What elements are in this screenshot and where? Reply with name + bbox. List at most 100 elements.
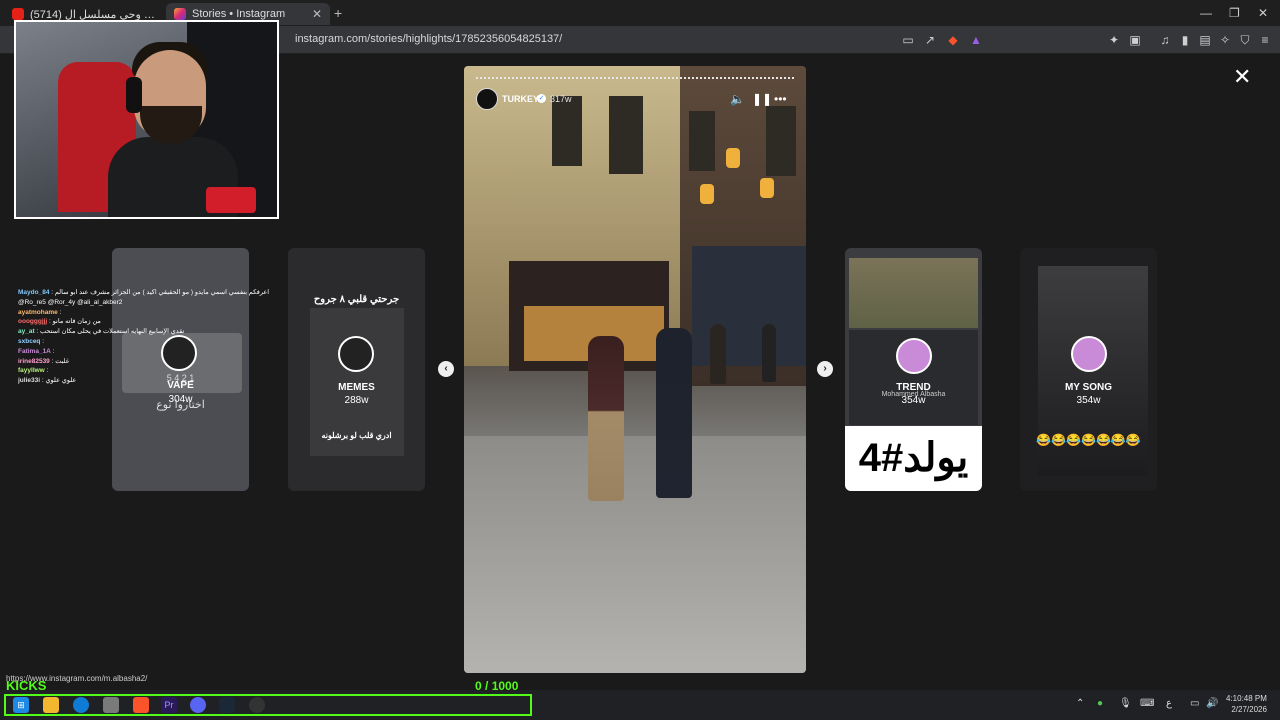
obs-icon[interactable] — [249, 697, 265, 713]
highlight-avatar — [338, 336, 374, 372]
url-field[interactable]: instagram.com/stories/highlights/1785235… — [295, 33, 562, 45]
headphones-icon — [126, 77, 142, 113]
close-window-icon[interactable]: ✕ — [1258, 6, 1268, 20]
tray-app-icon[interactable]: ● — [1097, 698, 1103, 709]
highlight-avatar — [1071, 336, 1107, 372]
chat-text: من زمان فاته مانو — [52, 318, 101, 326]
highlight-my-song[interactable]: MY SONG 354w 😂😂😂😂😂😂😂 — [1020, 248, 1157, 491]
story-window — [689, 111, 715, 171]
story-person-left — [588, 336, 624, 501]
extensions-icon[interactable]: ✦ — [1107, 33, 1121, 47]
chat-username: ayatmohame — [18, 308, 58, 316]
youtube-icon — [12, 8, 24, 20]
microphone-tray-icon[interactable]: 🎙 — [1119, 698, 1132, 709]
clock[interactable]: 4:10:48 PM 2/27/2026 — [1226, 693, 1267, 715]
street-lamp — [726, 148, 740, 168]
story-window — [552, 96, 582, 166]
webcam-feed — [14, 20, 279, 219]
highlight-age: 288w — [344, 395, 369, 406]
trend-game-image — [849, 258, 978, 328]
discord-icon[interactable] — [190, 697, 206, 713]
volume-icon[interactable]: 🔊 — [1206, 698, 1218, 709]
chat-text: علوي علوي — [45, 377, 77, 385]
previous-story-button[interactable]: ‹ — [438, 361, 454, 377]
cast-icon[interactable]: ▭ — [901, 33, 915, 47]
media-icon[interactable]: ♫ — [1158, 33, 1172, 47]
chat-message: Fatima_1A : — [18, 347, 55, 355]
highlight-trend[interactable]: TREND Mohammed Albasha 354w يولد#4 — [845, 248, 982, 491]
pause-icon[interactable]: ❚❚ — [752, 92, 772, 106]
brave-shield-icon[interactable]: ◆ — [946, 33, 960, 47]
edge-icon[interactable] — [73, 697, 89, 713]
verified-icon: ✓ — [537, 94, 546, 103]
story-account-name[interactable]: TURKEY — [502, 94, 539, 104]
menu-icon[interactable]: ≡ — [1258, 33, 1272, 47]
highlight-big-text: يولد#4 — [845, 426, 982, 491]
mute-icon[interactable]: 🔈 — [730, 92, 745, 106]
sidebar-icon[interactable]: ▮ — [1178, 33, 1192, 47]
chat-username: julie33i — [18, 377, 41, 385]
clock-time: 4:10:48 PM — [1226, 694, 1267, 703]
highlight-title: MY SONG — [1064, 382, 1113, 393]
steam-icon[interactable] — [219, 697, 235, 713]
tab-title: (5714) جولة في شوارع وحي مسلسل ال — [30, 8, 156, 21]
stream-chat: Maydo_84 : اعرفكم بنفسي اسمي مايدو ( مو … — [18, 288, 270, 386]
highlight-avatar — [896, 338, 932, 374]
keyboard-icon[interactable]: ⌨ — [1140, 698, 1154, 709]
store-icon[interactable] — [103, 697, 119, 713]
brave-icon[interactable] — [133, 697, 149, 713]
chat-text: غلبت — [55, 357, 70, 365]
network-icon[interactable]: ▭ — [1190, 698, 1199, 709]
chat-username: sxbceq — [18, 337, 41, 345]
highlight-memes[interactable]: جرحتي قلبي ٨ جروح MEMES 288w ادري قلب لو… — [288, 248, 425, 491]
chat-username: ay_at — [18, 328, 35, 336]
street-lamp — [700, 184, 714, 204]
minimize-icon[interactable]: — — [1200, 6, 1212, 20]
premiere-icon[interactable]: Pr — [161, 697, 177, 713]
story-window — [766, 106, 796, 176]
screen: (5714) جولة في شوارع وحي مسلسل ال Storie… — [0, 0, 1280, 720]
language-indicator[interactable]: ع — [1166, 698, 1172, 709]
next-story-button[interactable]: › — [817, 361, 833, 377]
highlight-caption: اختاروا نوع — [156, 399, 205, 411]
story-avatar[interactable] — [476, 88, 498, 110]
story-viewer[interactable]: TURKEY ✓ 317w 🔈 ❚❚ ••• — [464, 66, 806, 673]
share-icon[interactable]: ↗ — [923, 33, 937, 47]
highlight-age: 354w — [901, 395, 926, 406]
microphone-icon — [206, 187, 256, 213]
chat-username: ooogggjjj — [18, 318, 48, 326]
leo-icon[interactable]: ✧ — [1218, 33, 1232, 47]
close-viewer-icon[interactable]: ✕ — [1233, 64, 1251, 90]
chat-username: Fatima_1A — [18, 347, 51, 355]
tray-overflow-icon[interactable]: ⌃ — [1076, 698, 1084, 709]
windows-start-icon[interactable]: ⊞ — [13, 697, 29, 713]
chat-message: ayatmohame : — [18, 308, 62, 316]
chat-username: Maydo_84 — [18, 289, 50, 296]
story-age: 317w — [550, 94, 572, 104]
vpn-icon[interactable]: ⛉ — [1238, 33, 1252, 47]
chat-message: Maydo_84 : اعرفكم بنفسي اسمي مايدو ( مو … — [18, 289, 270, 296]
story-pedestrian — [710, 324, 726, 384]
wallet-icon[interactable]: ▤ — [1198, 33, 1212, 47]
close-tab-icon[interactable]: ✕ — [312, 7, 322, 21]
file-explorer-icon[interactable] — [43, 697, 59, 713]
restore-icon[interactable]: ❐ — [1229, 6, 1240, 20]
chat-text: اعرفكم بنفسي اسمي مايدو ( مو الحقيقي اكي… — [54, 289, 270, 296]
more-options-icon[interactable]: ••• — [774, 92, 787, 106]
chat-message: sxbceq : — [18, 337, 45, 345]
story-person-right — [656, 328, 692, 498]
chat-message: irine82539 : غلبت — [18, 357, 70, 365]
story-pedestrian — [762, 324, 776, 382]
highlight-caption: ادري قلب لو برشلونه — [321, 431, 392, 440]
story-progress-bar — [476, 77, 794, 79]
highlight-title: MEMES — [338, 382, 375, 393]
chat-message: ooogggjjj : من زمان فاته مانو — [18, 318, 101, 326]
story-window — [609, 96, 643, 174]
street-lamp — [760, 178, 774, 198]
screenshot-icon[interactable]: ▣ — [1128, 33, 1142, 47]
new-tab-icon[interactable]: + — [334, 5, 342, 21]
chat-message: julie33i : علوي علوي — [18, 377, 77, 385]
tab-title: Stories • Instagram — [192, 8, 286, 20]
chat-text: @Ro_re5 @Ror_4y @ali_al_akber2 — [18, 298, 123, 306]
brave-rewards-icon[interactable]: ▲ — [969, 33, 983, 47]
